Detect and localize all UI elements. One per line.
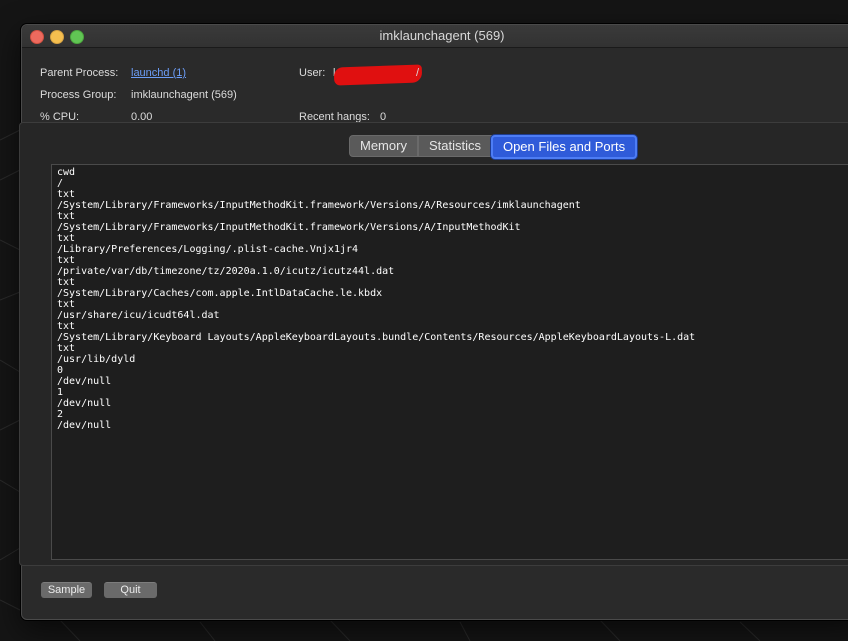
tab-memory[interactable]: Memory xyxy=(349,135,418,157)
list-item: /usr/share/icu/icudt64l.dat xyxy=(57,310,220,321)
list-item: /System/Library/Frameworks/InputMethodKi… xyxy=(57,222,521,233)
list-item: 1 xyxy=(57,387,64,398)
list-item: txt xyxy=(57,343,76,354)
list-item: /usr/lib/dyld xyxy=(57,354,136,365)
list-item: /System/Library/Frameworks/InputMethodKi… xyxy=(57,200,581,211)
list-item: 2 xyxy=(57,409,64,420)
list-item: /dev/null xyxy=(57,376,112,387)
list-item: / xyxy=(57,178,64,189)
open-files-text-view[interactable]: cwd / txt /System/Library/Frameworks/Inp… xyxy=(51,164,848,560)
process-group-value: imklaunchagent (569) xyxy=(131,89,237,101)
inspector-tab-bar: Memory Statistics Open Files and Ports xyxy=(349,135,638,159)
title-bar: imklaunchagent (569) xyxy=(22,25,848,48)
list-item: txt xyxy=(57,277,76,288)
process-group-label: Process Group: xyxy=(40,89,117,101)
list-item: /dev/null xyxy=(57,398,112,409)
parent-process-link[interactable]: launchd (1) xyxy=(131,67,186,79)
user-label: User: xyxy=(299,67,326,79)
list-item: cwd xyxy=(57,167,76,178)
list-item: txt xyxy=(57,211,76,222)
tab-statistics[interactable]: Statistics xyxy=(417,135,492,157)
sample-button[interactable]: Sample xyxy=(41,582,92,598)
quit-button[interactable]: Quit xyxy=(104,582,157,598)
list-item: /System/Library/Keyboard Layouts/AppleKe… xyxy=(57,332,696,343)
parent-process-label: Parent Process: xyxy=(40,67,119,79)
list-item: txt xyxy=(57,299,76,310)
user-redaction-mark xyxy=(333,64,423,86)
list-item: 0 xyxy=(57,365,64,376)
list-item: /Library/Preferences/Logging/.plist-cach… xyxy=(57,244,359,255)
list-item: /dev/null xyxy=(57,420,112,431)
window-title: imklaunchagent (569) xyxy=(379,28,505,43)
list-item: txt xyxy=(57,255,76,266)
list-item: txt xyxy=(57,233,76,244)
tab-open-files-and-ports[interactable]: Open Files and Ports xyxy=(490,135,638,159)
list-item: txt xyxy=(57,321,76,332)
user-value-tail: / xyxy=(416,67,420,79)
list-item: /private/var/db/timezone/tz/2020a.1.0/ic… xyxy=(57,266,395,277)
list-item: /System/Library/Caches/com.apple.IntlDat… xyxy=(57,288,383,299)
list-item: txt xyxy=(57,189,76,200)
